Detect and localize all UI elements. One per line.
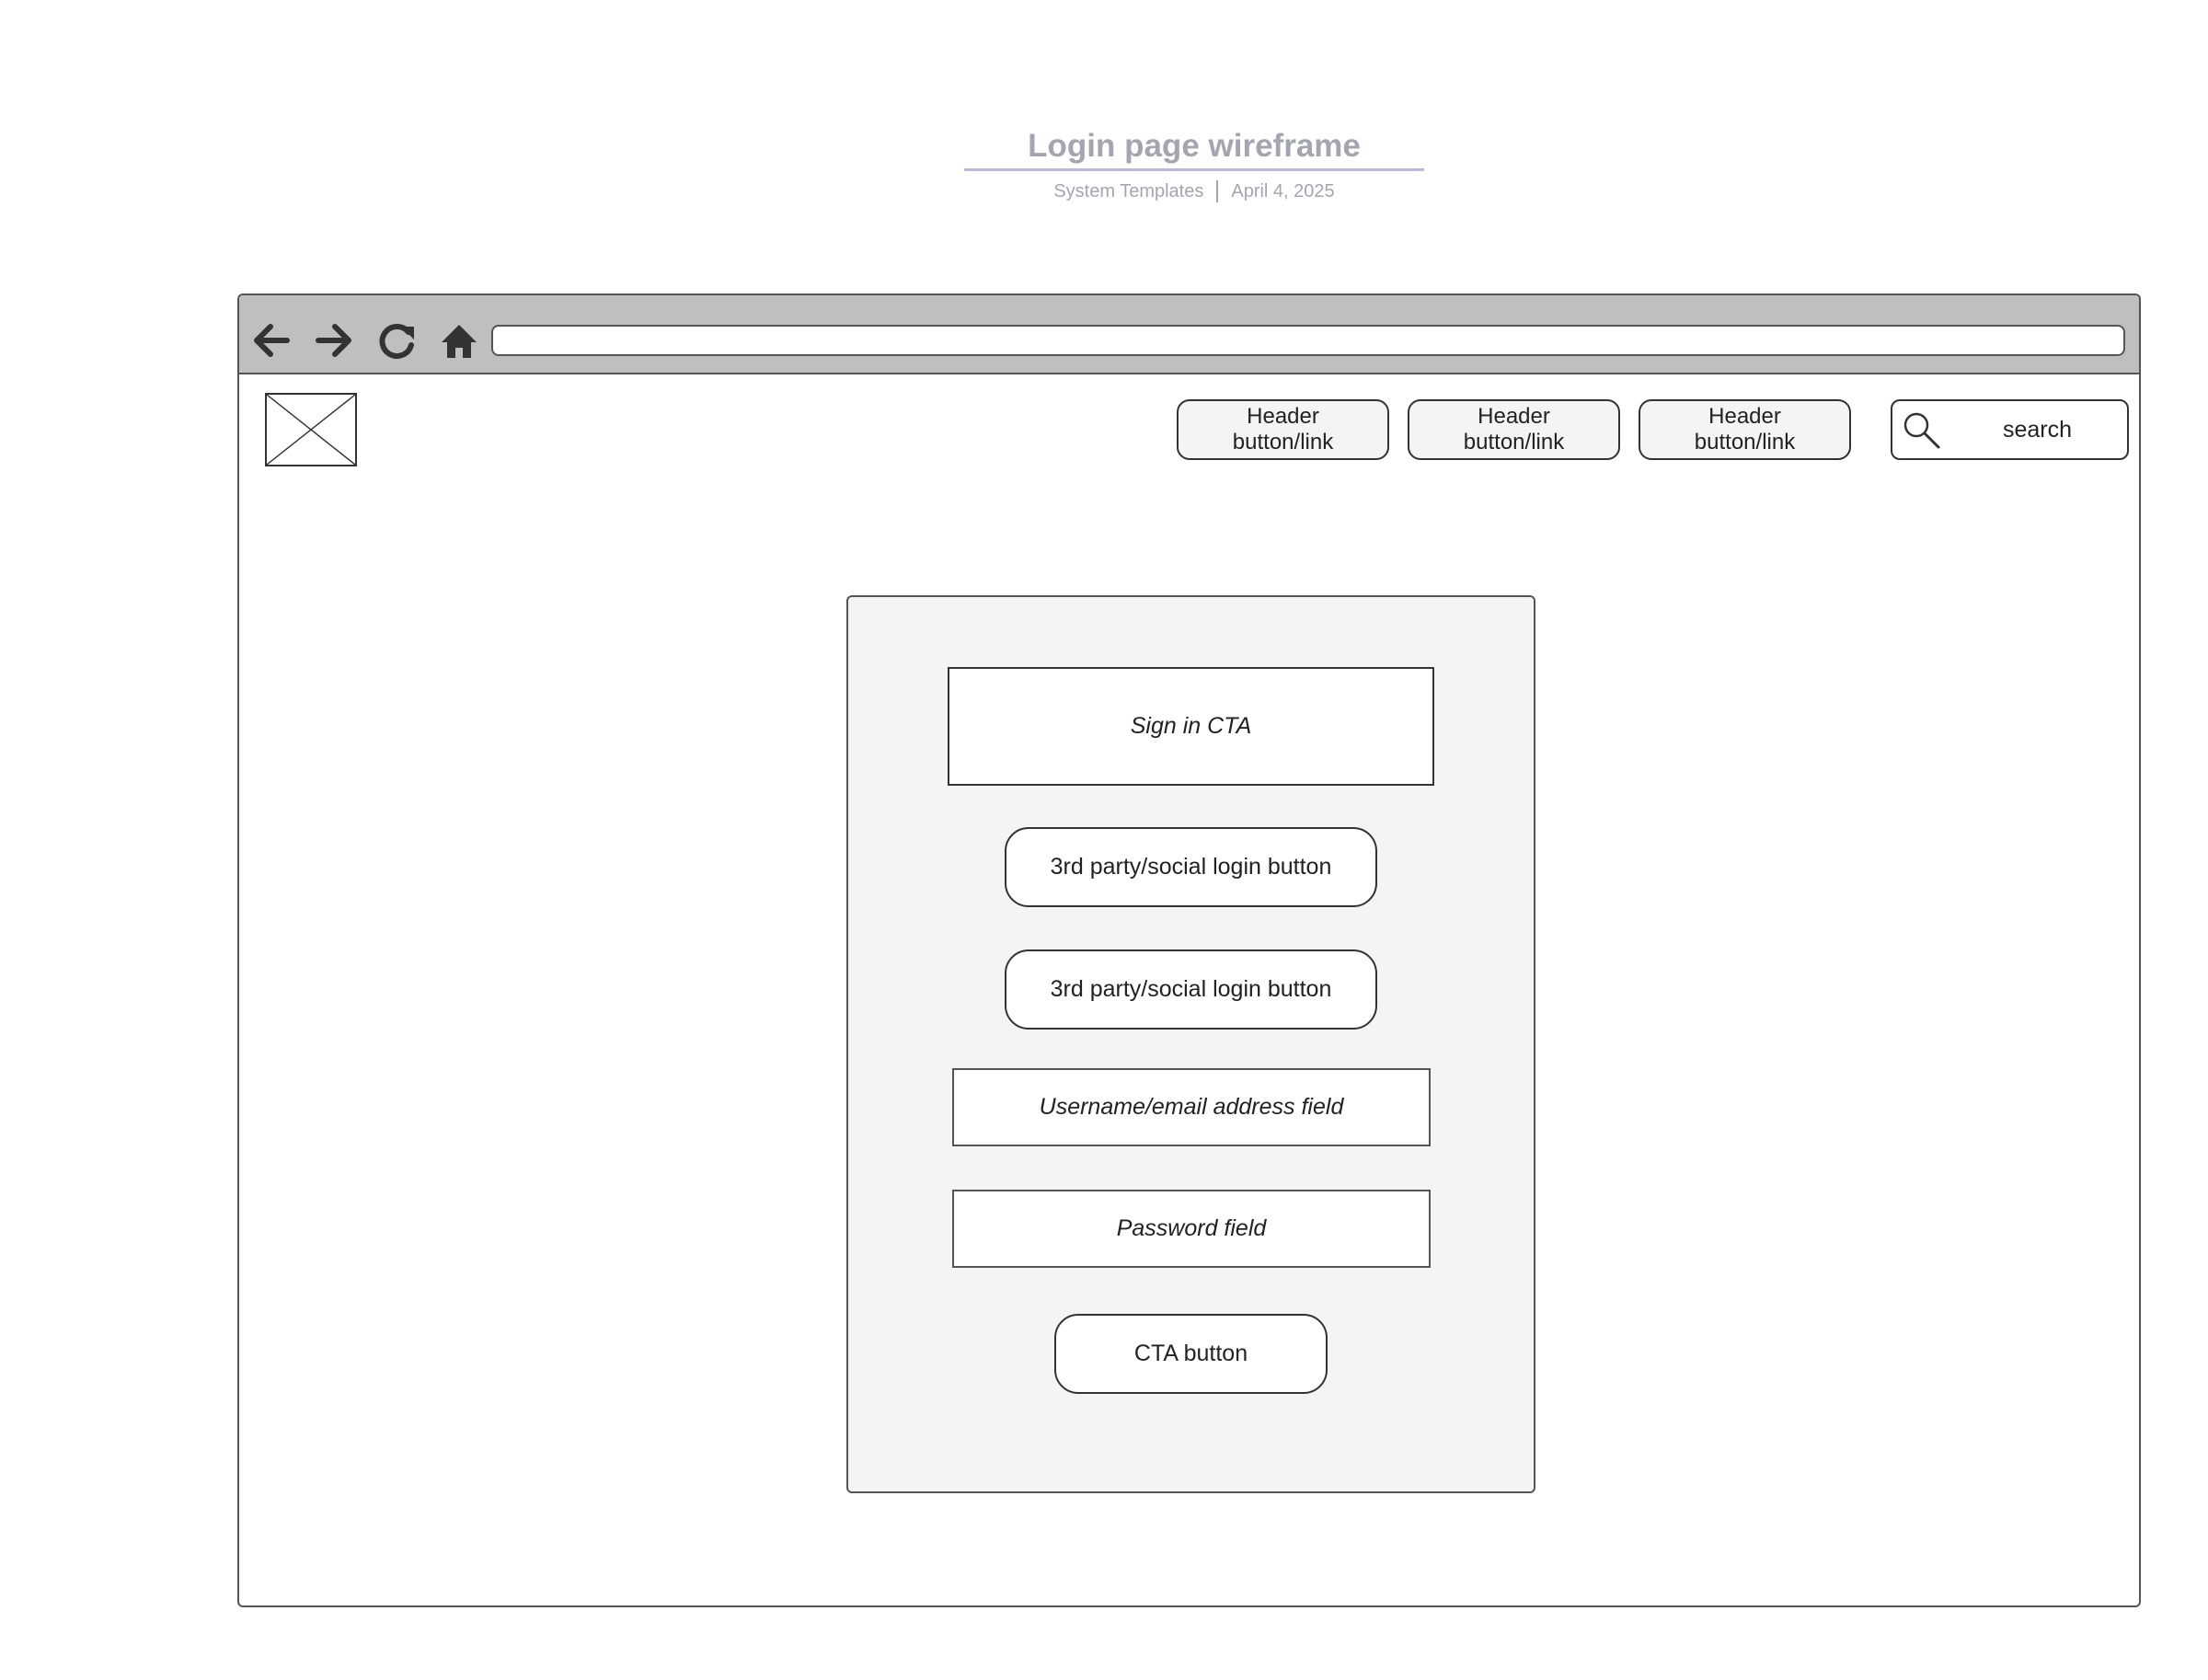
forward-arrow-icon[interactable] xyxy=(313,317,359,363)
username-field[interactable]: Username/email address field xyxy=(952,1068,1431,1146)
search-label: search xyxy=(2002,416,2073,443)
search-icon xyxy=(1900,408,1944,453)
cta-button[interactable]: CTA button xyxy=(1054,1314,1328,1394)
address-bar[interactable] xyxy=(491,325,2125,356)
title-underline xyxy=(964,168,1424,171)
login-card: Sign in CTA 3rd party/social login butto… xyxy=(846,595,1535,1493)
home-icon[interactable] xyxy=(436,317,482,363)
social-login-button-2[interactable]: 3rd party/social login button xyxy=(1005,949,1377,1030)
diagram-source: System Templates xyxy=(1053,180,1204,201)
header-link-1[interactable]: Header button/link xyxy=(1177,399,1389,460)
search-input[interactable]: search xyxy=(1891,399,2129,460)
back-arrow-icon[interactable] xyxy=(247,317,293,363)
header-link-2[interactable]: Header button/link xyxy=(1408,399,1620,460)
browser-window: Header button/link Header button/link He… xyxy=(237,293,2141,1607)
logo-placeholder xyxy=(265,393,357,466)
browser-toolbar xyxy=(239,295,2139,374)
diagram-meta: System Templates April 4, 2025 xyxy=(964,180,1424,202)
sign-in-cta: Sign in CTA xyxy=(948,667,1434,786)
password-field[interactable]: Password field xyxy=(952,1190,1431,1268)
reload-icon[interactable] xyxy=(374,317,420,363)
meta-divider xyxy=(1216,180,1219,202)
social-login-button-1[interactable]: 3rd party/social login button xyxy=(1005,827,1377,907)
diagram-title: Login page wireframe xyxy=(1028,128,1361,164)
header-link-3[interactable]: Header button/link xyxy=(1639,399,1851,460)
diagram-date: April 4, 2025 xyxy=(1231,180,1335,201)
wireframe-canvas: Login page wireframe System Templates Ap… xyxy=(0,0,2208,1680)
image-placeholder-icon xyxy=(267,395,355,465)
